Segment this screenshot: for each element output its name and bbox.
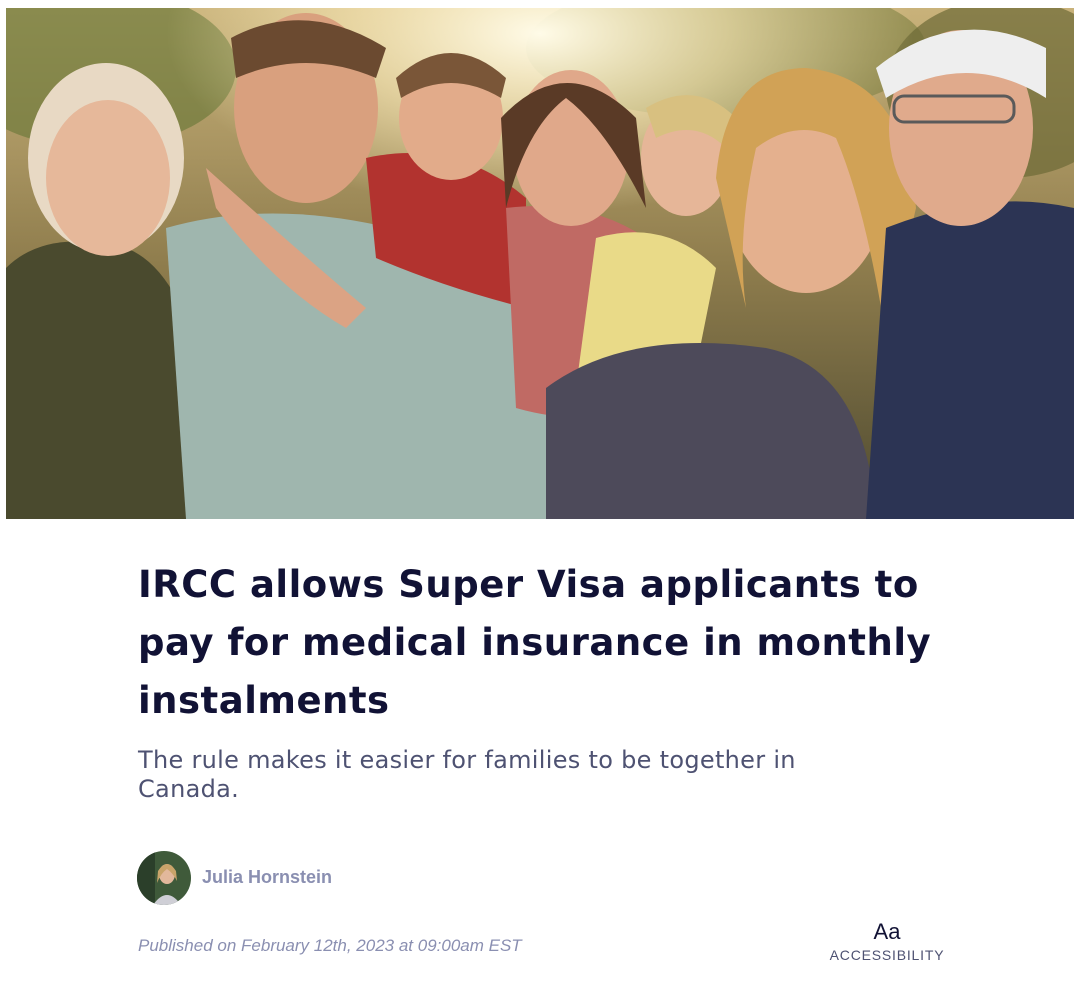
family-photo <box>6 8 1074 519</box>
author-avatar[interactable] <box>137 850 191 905</box>
author-byline: Julia Hornstein <box>137 850 332 905</box>
author-name-link[interactable]: Julia Hornstein <box>202 867 332 888</box>
published-date: Published on February 12th, 2023 at 09:0… <box>138 936 522 955</box>
article-page: IRCC allows Super Visa applicants to pay… <box>0 0 1080 985</box>
text-size-icon: Aa <box>873 919 901 944</box>
hero-image <box>6 8 1074 519</box>
article-title: IRCC allows Super Visa applicants to pay… <box>138 563 932 722</box>
accessibility-button[interactable]: Aa ACCESSIBILITY <box>826 918 948 964</box>
avatar-icon <box>137 850 191 905</box>
article-subtitle: The rule makes it easier for families to… <box>138 746 796 803</box>
accessibility-label: ACCESSIBILITY <box>829 947 945 963</box>
